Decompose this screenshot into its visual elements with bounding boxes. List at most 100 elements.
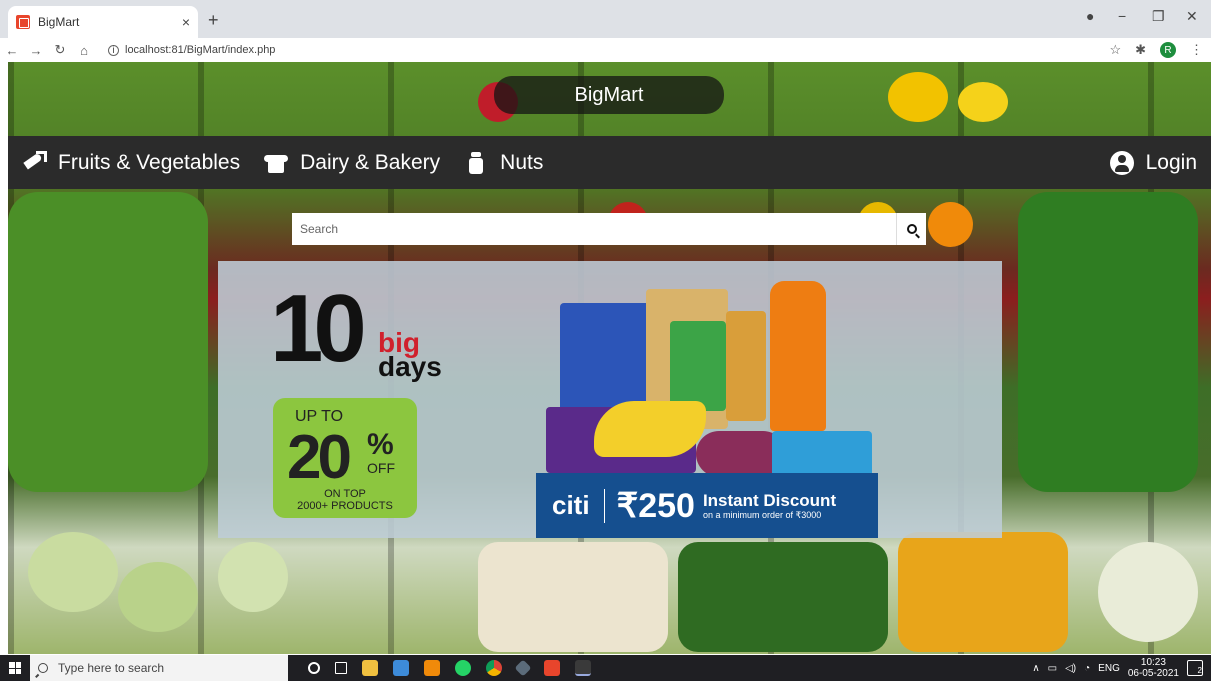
bank-offer-strip: citi ₹250 Instant Discount on a minimum … bbox=[536, 473, 878, 538]
xampp-icon[interactable] bbox=[544, 660, 560, 676]
back-arrow-icon[interactable]: ← bbox=[0, 43, 24, 58]
nav-fruits-vegetables[interactable]: Fruits & Vegetables bbox=[22, 150, 241, 175]
maximize-button[interactable]: ❐ bbox=[1152, 8, 1165, 25]
product-collage bbox=[546, 281, 872, 481]
cucumber-decoration bbox=[678, 542, 888, 652]
taskbar-apps bbox=[308, 659, 591, 677]
chrome-icon[interactable] bbox=[486, 660, 502, 676]
login-label: Login bbox=[1145, 150, 1197, 174]
nav-fruits-vegetables-label: Fruits & Vegetables bbox=[58, 150, 241, 174]
banner-ten: 10 bbox=[270, 275, 367, 382]
profile-avatar[interactable]: R bbox=[1160, 42, 1176, 58]
badge-on-top-line1: ON TOP bbox=[324, 488, 366, 500]
notification-icon[interactable]: 2 bbox=[1187, 660, 1203, 676]
home-icon[interactable]: ⌂ bbox=[72, 43, 96, 58]
new-tab-button[interactable]: + bbox=[208, 10, 219, 31]
sublime-icon[interactable] bbox=[424, 660, 440, 676]
badge-on-top: ON TOP 2000+ PRODUCTS bbox=[273, 488, 417, 512]
bigmart-favicon-icon bbox=[16, 15, 30, 29]
discount-title: Instant Discount bbox=[702, 490, 837, 510]
banana-image bbox=[594, 401, 706, 457]
shirt-icon bbox=[264, 151, 289, 175]
address-bar: ← → ↻ ⌂ i localhost:81/BigMart/index.php… bbox=[0, 38, 1211, 62]
green-pack-image bbox=[670, 321, 726, 411]
search-form bbox=[292, 213, 926, 245]
nav-nuts[interactable]: Nuts bbox=[464, 151, 543, 175]
file-explorer-icon[interactable] bbox=[362, 660, 378, 676]
browser-tabstrip: BigMart × + ● − ❐ ✕ bbox=[0, 0, 1211, 38]
clock-time: 10:23 bbox=[1140, 657, 1166, 668]
start-button[interactable] bbox=[0, 655, 30, 681]
badge-on-top-line2: 2000+ PRODUCTS bbox=[297, 500, 393, 512]
lettuce-decoration bbox=[8, 192, 208, 492]
nav-dairy-bakery-label: Dairy & Bakery bbox=[300, 150, 441, 174]
greens-decoration bbox=[1018, 192, 1198, 492]
carrot-icon bbox=[22, 150, 47, 175]
badge-off: OFF bbox=[367, 460, 395, 476]
discount-badge: UP TO 20 % OFF ON TOP 2000+ PRODUCTS bbox=[273, 398, 417, 518]
user-circle-icon bbox=[1109, 150, 1134, 175]
system-tray: ∧ ▭ ◁) ◔ ENG 10:23 06-05-2021 2 bbox=[1032, 657, 1211, 679]
chevron-up-icon[interactable]: ∧ bbox=[1032, 663, 1039, 674]
cortana-icon[interactable] bbox=[308, 662, 320, 674]
close-window-button[interactable]: ✕ bbox=[1186, 8, 1198, 25]
squash-decoration bbox=[898, 532, 1068, 652]
reload-icon[interactable]: ↻ bbox=[48, 42, 72, 58]
badge-percent: 20 bbox=[287, 423, 352, 492]
nav-dairy-bakery[interactable]: Dairy & Bakery bbox=[264, 151, 440, 175]
windows-logo-icon bbox=[9, 662, 21, 674]
forward-arrow-icon[interactable]: → bbox=[24, 43, 48, 58]
extensions-puzzle-icon[interactable]: ✱ bbox=[1135, 42, 1146, 58]
language-indicator[interactable]: ENG bbox=[1098, 663, 1120, 674]
info-icon[interactable]: i bbox=[108, 44, 119, 56]
task-view-icon[interactable] bbox=[335, 662, 347, 674]
app-icon[interactable] bbox=[514, 659, 532, 677]
detergent-pack-image bbox=[560, 303, 656, 415]
nav-nuts-label: Nuts bbox=[500, 150, 544, 174]
jar-icon bbox=[464, 151, 488, 175]
site-title: BigMart bbox=[574, 83, 644, 106]
juice-bottle-image bbox=[770, 281, 826, 431]
browser-tab[interactable]: BigMart × bbox=[8, 6, 198, 38]
battery-icon[interactable]: ▭ bbox=[1048, 663, 1057, 674]
pepper-decoration bbox=[928, 202, 973, 247]
volume-icon[interactable]: ◁) bbox=[1065, 663, 1076, 674]
minimize-button[interactable]: − bbox=[1118, 8, 1126, 24]
search-icon bbox=[906, 224, 917, 234]
bookmark-star-icon[interactable]: ☆ bbox=[1109, 42, 1121, 58]
taskbar-search[interactable]: Type here to search bbox=[30, 655, 288, 681]
login-link[interactable]: Login bbox=[1109, 150, 1197, 175]
record-icon[interactable]: ● bbox=[1086, 8, 1094, 24]
whatsapp-icon[interactable] bbox=[455, 660, 471, 676]
cabbage-decoration bbox=[218, 542, 288, 612]
menu-kebab-icon[interactable]: ⋮ bbox=[1190, 42, 1203, 58]
tab-close-button[interactable]: × bbox=[182, 14, 190, 30]
search-input[interactable] bbox=[292, 213, 896, 245]
clock-date: 06-05-2021 bbox=[1127, 668, 1179, 679]
discount-text: Instant Discount on a minimum order of ₹… bbox=[702, 490, 837, 520]
clock[interactable]: 10:23 06-05-2021 bbox=[1128, 657, 1179, 679]
search-icon bbox=[38, 663, 48, 673]
lemon-decoration bbox=[958, 82, 1008, 122]
snack-jar-image bbox=[726, 311, 766, 421]
citi-logo: citi bbox=[552, 490, 590, 520]
url-field[interactable]: i localhost:81/BigMart/index.php bbox=[108, 44, 275, 56]
taskbar-search-placeholder: Type here to search bbox=[58, 661, 165, 675]
promo-banner[interactable]: 10 big days UP TO 20 % OFF ON TOP 2000+ … bbox=[218, 261, 1002, 538]
discount-subtitle: on a minimum order of ₹3000 bbox=[702, 509, 822, 520]
garlic-decoration bbox=[478, 542, 668, 652]
store-icon[interactable] bbox=[393, 660, 409, 676]
cauliflower-decoration bbox=[1098, 542, 1198, 642]
tab-title: BigMart bbox=[38, 15, 80, 29]
cabbage-decoration bbox=[118, 562, 198, 632]
page-background: BigMart Fruits & Vegetables Dairy & Bake… bbox=[8, 62, 1211, 654]
discount-amount: ₹250 bbox=[616, 486, 695, 525]
offer-divider bbox=[603, 488, 605, 523]
chrome-profile-icon[interactable] bbox=[575, 660, 591, 676]
site-title-pill: BigMart bbox=[494, 76, 724, 114]
notification-count: 2 bbox=[1197, 666, 1202, 675]
cabbage-decoration bbox=[28, 532, 118, 612]
badge-percent-sign: % bbox=[367, 428, 394, 461]
search-button[interactable] bbox=[896, 213, 926, 245]
wifi-icon[interactable]: ◔ bbox=[1084, 663, 1090, 674]
